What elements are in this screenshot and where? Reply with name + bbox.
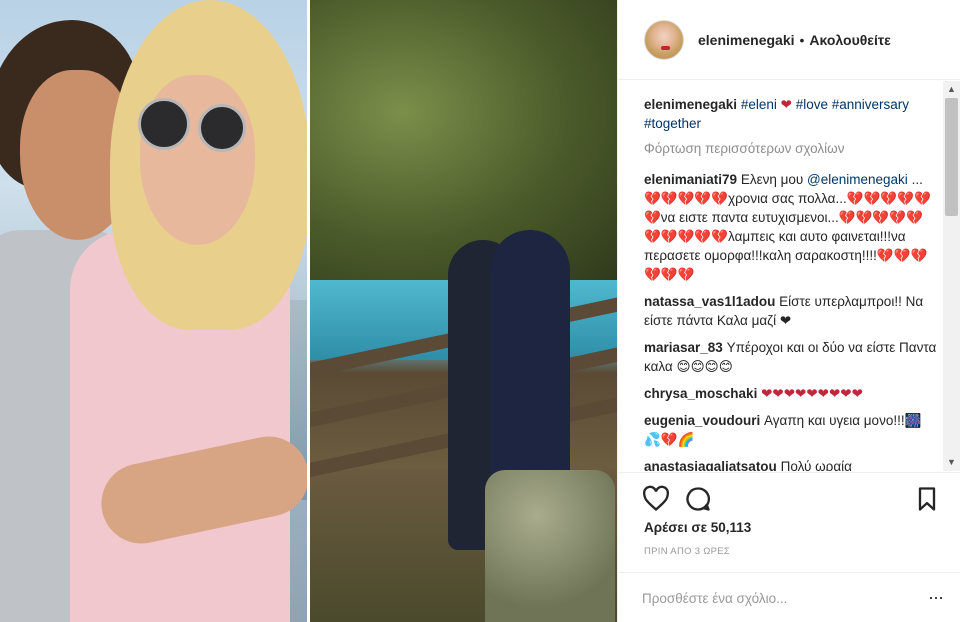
post-timestamp: ΠΡΙΝ ΑΠΟ 3 ΩΡΕΣ bbox=[644, 546, 731, 557]
header-username[interactable]: elenimenegaki bbox=[698, 32, 795, 48]
sunglasses-right-lens bbox=[198, 104, 246, 152]
action-bar bbox=[618, 472, 960, 522]
comment-text: ...💔💔💔💔💔χρονια σας πολλα...💔💔💔💔💔💔να ειστ… bbox=[644, 172, 931, 282]
comment-username[interactable]: mariasar_83 bbox=[644, 340, 723, 355]
comment-text: Πολύ ωραία bbox=[780, 459, 852, 471]
speech-bubble-icon[interactable] bbox=[684, 485, 712, 513]
comment-item: natassa_vas1l1adou Είστε υπερλαμπροι!! Ν… bbox=[644, 292, 938, 330]
mossy-stump bbox=[485, 470, 615, 622]
comment-item: elenimaniati79 Ελενη μου @elenimenegaki … bbox=[644, 170, 938, 284]
comment-item: chrysa_moschaki ❤❤❤❤❤❤❤❤❤ bbox=[644, 384, 938, 403]
comment-username[interactable]: anastasiagaliatsatou bbox=[644, 459, 777, 471]
caption-username[interactable]: elenimenegaki bbox=[644, 97, 737, 112]
comment-item: eugenia_voudouri Αγαπη και υγεια μονο!!!… bbox=[644, 411, 938, 449]
mossy-rocks bbox=[310, 0, 617, 280]
post-header: elenimenegaki • Ακολουθείτε bbox=[618, 0, 960, 80]
couple-selfie-photo bbox=[0, 0, 307, 622]
comment-item: anastasiagaliatsatou Πολύ ωραία bbox=[644, 457, 938, 471]
comment-text: ❤❤❤❤❤❤❤❤❤ bbox=[761, 386, 863, 401]
comment-text: Ελενη μου bbox=[740, 172, 804, 187]
hashtag-link[interactable]: #together bbox=[644, 116, 701, 131]
caption: elenimenegaki #eleni ❤ #love #anniversar… bbox=[644, 95, 938, 133]
scrollbar-thumb[interactable] bbox=[945, 98, 958, 216]
mention-link[interactable]: @elenimenegaki bbox=[807, 172, 908, 187]
post-photos bbox=[0, 0, 617, 622]
ellipsis-icon[interactable]: ··· bbox=[928, 587, 944, 608]
likes-count[interactable]: Αρέσει σε 50,113 bbox=[644, 520, 751, 535]
comment-username[interactable]: chrysa_moschaki bbox=[644, 386, 757, 401]
follow-status-button[interactable]: Ακολουθείτε bbox=[809, 32, 890, 48]
comment-item: mariasar_83 Υπέροχοι και οι δύο να είστε… bbox=[644, 338, 938, 376]
add-comment-bar: ··· bbox=[618, 572, 960, 622]
man-figure bbox=[490, 230, 570, 480]
scroll-down-arrow-icon[interactable]: ▼ bbox=[943, 454, 960, 471]
hashtag-link[interactable]: #anniversary bbox=[832, 97, 909, 112]
comments-scrollbar[interactable]: ▲ ▼ bbox=[943, 81, 960, 471]
bookmark-icon[interactable] bbox=[913, 485, 941, 513]
comment-username[interactable]: natassa_vas1l1adou bbox=[644, 294, 775, 309]
sunglasses-left-lens bbox=[138, 98, 190, 150]
couple-hugging-photo bbox=[310, 0, 617, 622]
scroll-up-arrow-icon[interactable]: ▲ bbox=[943, 81, 960, 98]
post-sidebar: elenimenegaki • Ακολουθείτε elenimenegak… bbox=[617, 0, 960, 622]
header-separator: • bbox=[799, 31, 805, 48]
hashtag-link[interactable]: #eleni bbox=[741, 97, 777, 112]
hashtag-link[interactable]: #love bbox=[796, 97, 828, 112]
add-comment-input[interactable] bbox=[642, 585, 912, 611]
heart-emoji: ❤ bbox=[780, 97, 792, 112]
comment-username[interactable]: elenimaniati79 bbox=[644, 172, 737, 187]
comments-list: elenimenegaki #eleni ❤ #love #anniversar… bbox=[618, 81, 948, 471]
avatar[interactable] bbox=[644, 19, 684, 60]
load-more-comments-button[interactable]: Φόρτωση περισσότερων σχολίων bbox=[644, 141, 938, 156]
heart-outline-icon[interactable] bbox=[642, 485, 670, 513]
comment-username[interactable]: eugenia_voudouri bbox=[644, 413, 760, 428]
